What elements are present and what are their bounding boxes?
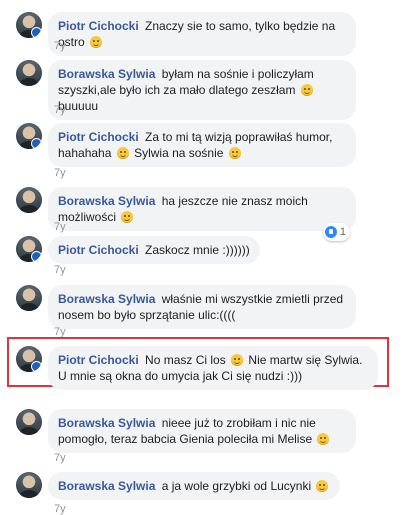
comment-bubble: Piotr Cichocki Znaczy sie to samo, tylko…	[48, 12, 356, 56]
comment-time[interactable]: 7y	[54, 452, 66, 464]
comment-bubble: Piotr Cichocki Zaskocz mnie :))))))	[48, 236, 260, 264]
comment-time[interactable]: 7y	[54, 104, 66, 116]
comment-text-after: Sylwia na sośnie	[130, 146, 227, 160]
comment-time[interactable]: 7y	[54, 167, 66, 179]
comment-author[interactable]: Piotr Cichocki	[58, 19, 142, 33]
avatar[interactable]	[16, 236, 42, 262]
avatar[interactable]	[16, 60, 42, 86]
avatar[interactable]	[16, 346, 42, 372]
avatar[interactable]	[16, 472, 42, 498]
comment-author[interactable]: Piotr Cichocki	[58, 130, 142, 144]
avatar[interactable]	[16, 12, 42, 38]
avatar[interactable]	[16, 285, 42, 311]
comment-bubble: Piotr Cichocki No masz Ci los Nie martw …	[48, 346, 378, 390]
comment-author[interactable]: Piotr Cichocki	[58, 243, 142, 257]
grinning-emoji-icon	[228, 147, 241, 159]
comment-bubble: Borawska Sylwia byłam na sośnie i policz…	[48, 60, 356, 120]
grinning-emoji-icon	[90, 36, 103, 48]
comment-text: No masz Ci los	[145, 353, 230, 367]
badge-icon	[32, 252, 41, 261]
comment-time[interactable]: 7y	[54, 221, 66, 233]
comment-author[interactable]: Borawska Sylwia	[58, 194, 159, 208]
avatar[interactable]	[16, 409, 42, 435]
grinning-emoji-icon	[316, 480, 329, 492]
reaction-badge[interactable]: 1	[322, 223, 350, 241]
badge-icon	[32, 28, 41, 37]
comment-time[interactable]: 7y	[54, 503, 66, 515]
comment-time[interactable]: 7y	[54, 264, 66, 276]
comment-bubble: Borawska Sylwia ha jeszcze nie znasz moi…	[48, 187, 356, 241]
comment-time[interactable]: 7y	[54, 40, 66, 52]
grinning-emoji-icon	[121, 211, 134, 223]
comment-bubble: Borawska Sylwia właśnie mi wszystkie zmi…	[48, 285, 356, 329]
comment-bubble: Borawska Sylwia a ja wole grzybki od Luc…	[48, 472, 341, 500]
badge-icon	[32, 139, 41, 148]
comment-bubble: Piotr Cichocki Za to mi tą wizją poprawi…	[48, 123, 356, 167]
comment-bubble: Borawska Sylwia nieee już to zrobiłam i …	[48, 409, 356, 453]
comment-author[interactable]: Borawska Sylwia	[58, 416, 159, 430]
grinning-emoji-icon	[116, 147, 129, 159]
reaction-count: 1	[339, 226, 346, 238]
comment-text: Zaskocz mnie :))))))	[145, 243, 250, 257]
avatar[interactable]	[16, 123, 42, 149]
comment-author[interactable]: Piotr Cichocki	[58, 353, 142, 367]
badge-icon	[32, 362, 41, 371]
comment-author[interactable]: Borawska Sylwia	[58, 67, 159, 81]
avatar[interactable]	[16, 187, 42, 213]
sad-emoji-icon	[300, 84, 313, 96]
grinning-emoji-icon	[317, 433, 330, 445]
like-icon	[324, 226, 337, 238]
grinning-emoji-icon	[231, 354, 244, 366]
comment-text: a ja wole grzybki od Lucynki	[161, 479, 315, 493]
comment-author[interactable]: Borawska Sylwia	[58, 292, 159, 306]
comment-author[interactable]: Borawska Sylwia	[58, 479, 159, 493]
